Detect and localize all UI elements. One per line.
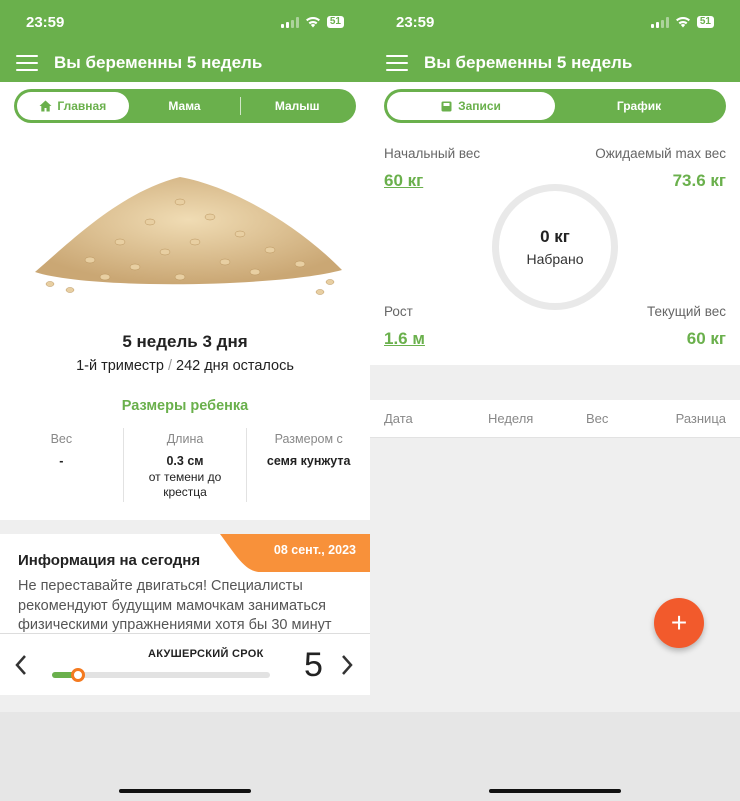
term-slider[interactable] [52, 668, 270, 682]
wifi-icon [675, 17, 690, 28]
tabs-bar: Записи График [370, 82, 740, 130]
today-info-card[interactable]: 08 сент., 2023 Информация на сегодня Не … [0, 534, 370, 634]
size-compare-label: Размером с [274, 432, 343, 446]
tab-home-label: Главная [57, 99, 107, 113]
tab-records[interactable]: Записи [387, 92, 555, 120]
right-screen: 23:59 51 Вы беременны 5 недель Записи Гр… [370, 0, 740, 801]
battery-icon: 51 [696, 16, 714, 28]
size-length-note: от темени до крестца [148, 470, 222, 499]
max-weight-value: 73.6 кг [672, 171, 726, 190]
header-title: Вы беременны 5 недель [424, 53, 633, 72]
status-time: 23:59 [26, 13, 65, 31]
date-badge: 08 сент., 2023 [220, 534, 370, 572]
current-weight-label: Текущий вес [646, 304, 726, 319]
tab-chart-label: График [616, 99, 662, 113]
term-slider-knob[interactable] [71, 668, 86, 682]
size-weight-label: Вес [50, 432, 73, 446]
size-length-label: Длина [166, 432, 204, 446]
start-weight-value[interactable]: 60 кг [384, 171, 423, 191]
baby-sizes-grid: Вес - Длина 0.3 см от темени до крестца … [0, 428, 370, 502]
tabs-bar: Главная Мама Малыш [0, 82, 370, 130]
segmented-tabs: Записи График [384, 89, 726, 123]
baby-sizes-title: Размеры ребенка [121, 398, 249, 414]
weight-card: Начальный вес 60 кг Ожидаемый max вес 73… [370, 130, 740, 365]
records-table-header: Дата Неделя Вес Разница [370, 400, 740, 438]
obstetric-term-bar: АКУШЕРСКИЙ СРОК 5 [0, 633, 370, 695]
size-compare: Размером с семя кунжута [246, 428, 370, 502]
journal-icon [441, 101, 452, 111]
menu-icon[interactable] [16, 55, 38, 71]
add-record-button[interactable]: + [654, 598, 704, 648]
col-week: Неделя [488, 411, 534, 426]
cellular-signal-icon [650, 16, 669, 28]
battery-icon: 51 [326, 16, 344, 28]
gained-weight-label: Набрано [526, 251, 584, 267]
wifi-icon [305, 17, 320, 28]
tab-records-label: Записи [458, 99, 501, 113]
height-value[interactable]: 1.6 м [384, 329, 425, 349]
date-badge-text: 08 сент., 2023 [273, 543, 356, 557]
size-weight-value: - [59, 454, 64, 468]
segmented-tabs: Главная Мама Малыш [14, 89, 356, 123]
size-length-value: 0.3 см [166, 454, 204, 468]
status-bar: 23:59 51 [370, 0, 740, 44]
days-left-text: 242 дня осталось [176, 358, 294, 374]
next-week-icon[interactable] [340, 654, 354, 676]
home-indicator [489, 789, 621, 793]
bottom-area [0, 712, 370, 801]
pregnancy-subtitle: 1-й триместр / 242 дня осталось [0, 358, 370, 374]
tab-chart[interactable]: График [555, 92, 723, 120]
home-indicator [119, 789, 251, 793]
tab-baby-label: Малыш [274, 99, 320, 113]
home-icon [39, 100, 52, 112]
height-label: Рост [384, 304, 413, 319]
status-bar: 23:59 51 [0, 0, 370, 44]
info-title: Информация на сегодня [18, 552, 201, 569]
tab-home[interactable]: Главная [17, 92, 129, 120]
prev-week-icon[interactable] [14, 654, 28, 676]
info-text: Не переставайте двигаться! Специалисты р… [18, 578, 332, 633]
trimester-text: 1-й триместр [76, 358, 164, 374]
current-weight-value: 60 кг [686, 329, 726, 348]
header-title: Вы беременны 5 недель [54, 53, 263, 72]
gained-weight-ring: 0 кг Набрано [492, 184, 618, 310]
tab-mama-label: Мама [168, 99, 201, 113]
col-diff: Разница [675, 411, 726, 426]
status-time: 23:59 [396, 13, 435, 31]
app-header: Вы беременны 5 недель [0, 44, 370, 82]
size-compare-value: семя кунжута [266, 454, 351, 468]
tab-baby[interactable]: Малыш [241, 92, 353, 120]
size-length: Длина 0.3 см от темени до крестца [122, 428, 247, 502]
max-weight-label: Ожидаемый max вес [595, 146, 726, 161]
size-weight: Вес - [0, 428, 123, 502]
cellular-signal-icon [280, 16, 299, 28]
left-screen: 23:59 51 Вы беременны 5 недель Главная М… [0, 0, 370, 801]
subtitle-separator: / [167, 358, 172, 374]
sesame-seed-image [35, 177, 342, 295]
col-weight: Вес [586, 411, 609, 426]
tab-mama[interactable]: Мама [129, 92, 241, 120]
term-label: АКУШЕРСКИЙ СРОК [148, 648, 264, 660]
menu-icon[interactable] [386, 55, 408, 71]
gained-weight-value: 0 кг [540, 227, 570, 246]
pregnancy-term-title: 5 недель 3 дня [122, 332, 248, 351]
start-weight-label: Начальный вес [384, 146, 481, 161]
app-header: Вы беременны 5 недель [370, 44, 740, 82]
col-date: Дата [384, 411, 413, 426]
term-week-number: 5 [304, 646, 323, 684]
bottom-area [370, 712, 740, 801]
